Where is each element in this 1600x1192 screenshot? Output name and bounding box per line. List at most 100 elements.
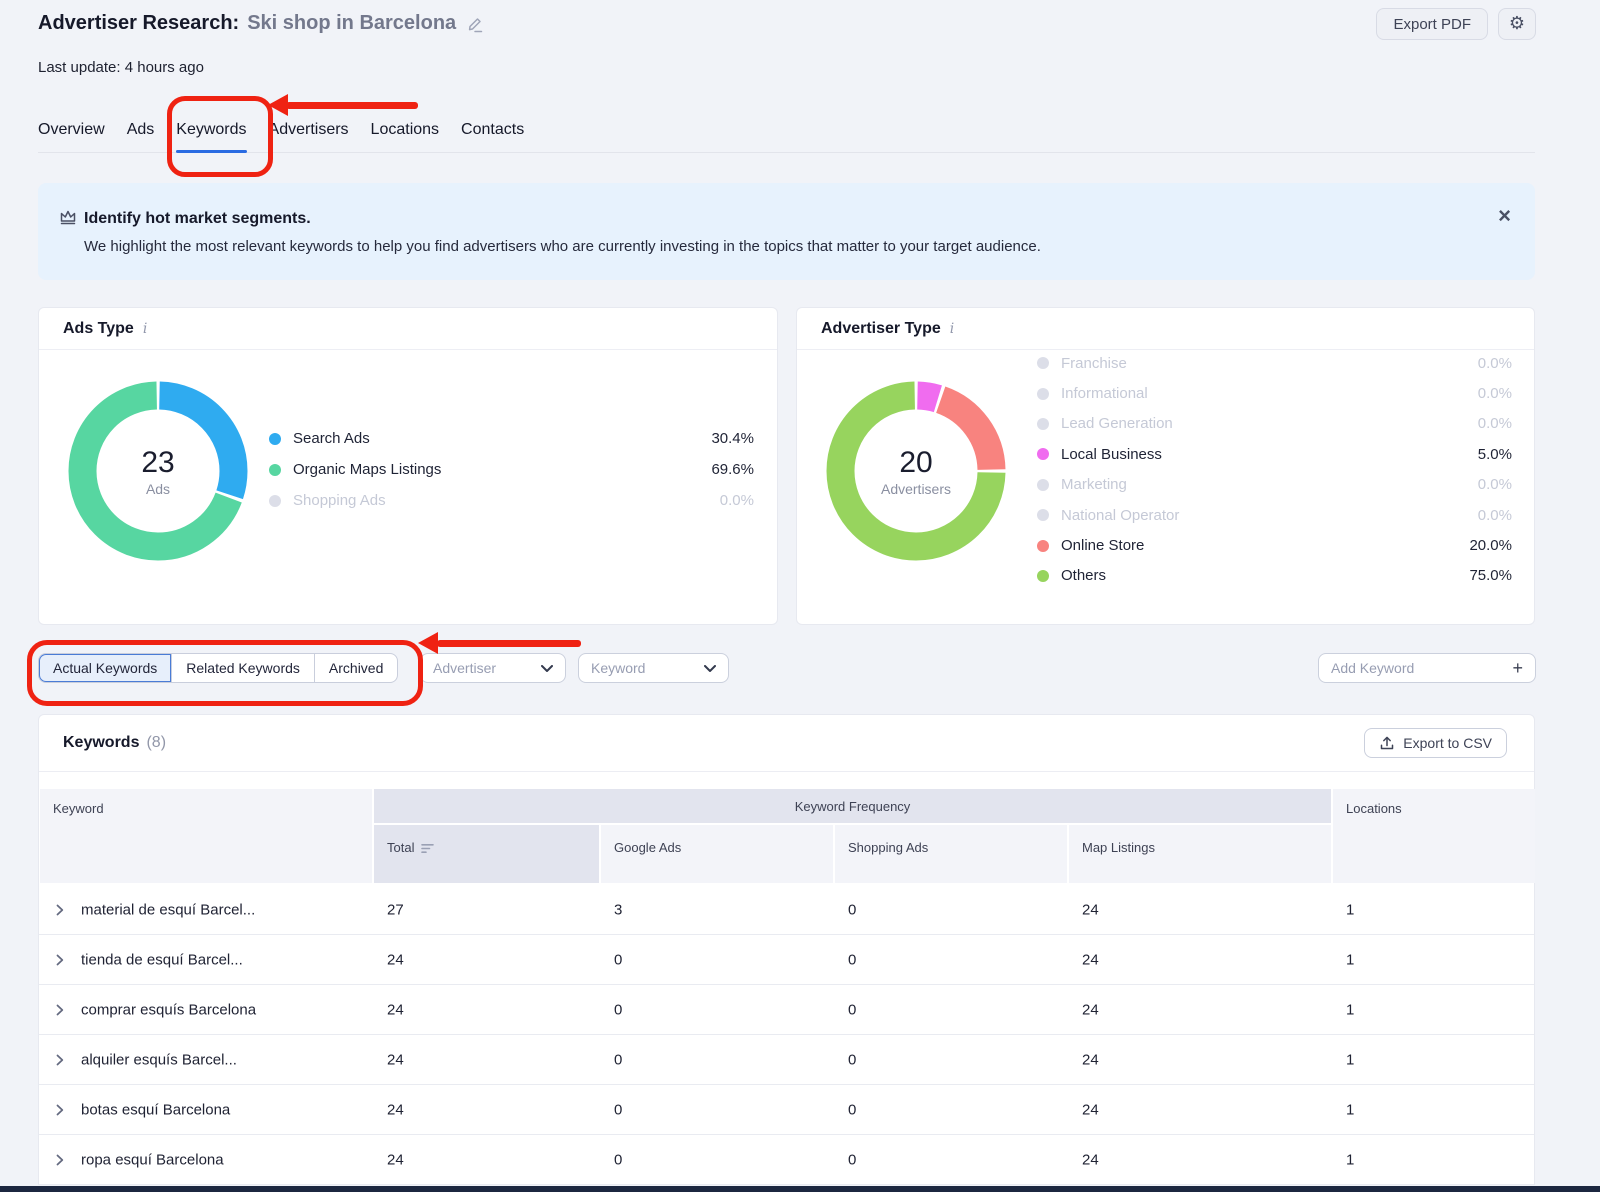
edit-pencil-icon[interactable]	[466, 15, 484, 33]
legend-item-others[interactable]: Others75.0%	[1037, 561, 1512, 591]
column-header-shopping-ads[interactable]: Shopping Ads	[835, 825, 1067, 883]
total-label: Total	[387, 840, 414, 855]
legend-label: Informational	[1061, 385, 1148, 402]
legend-label: Search Ads	[293, 430, 370, 447]
keyword-cell: material de esquí Barcel...	[81, 901, 255, 918]
segment-archived[interactable]: Archived	[314, 654, 397, 682]
legend-item-franchise[interactable]: Franchise0.0%	[1037, 348, 1512, 378]
legend-dot	[269, 495, 281, 507]
column-header-map-listings[interactable]: Map Listings	[1069, 825, 1331, 883]
locations-cell: 1	[1346, 901, 1354, 918]
shopping-ads-cell: 0	[848, 1001, 856, 1018]
google-ads-cell: 0	[614, 1051, 622, 1068]
legend-dot	[1037, 418, 1049, 430]
legend-item-local-business[interactable]: Local Business5.0%	[1037, 439, 1512, 469]
advertiser-dropdown[interactable]: Advertiser	[420, 653, 566, 683]
settings-button[interactable]: ⚙	[1498, 8, 1536, 40]
tab-keywords[interactable]: Keywords	[176, 108, 246, 152]
locations-cell: 1	[1346, 1001, 1354, 1018]
export-pdf-label: Export PDF	[1393, 16, 1471, 33]
export-pdf-button[interactable]: Export PDF	[1376, 8, 1488, 40]
close-icon[interactable]: ×	[1498, 205, 1511, 227]
map-listings-cell: 24	[1082, 1151, 1099, 1168]
legend-label: Others	[1061, 567, 1106, 584]
table-column-headers: Keyword Keyword Frequency Total Google A…	[39, 789, 1534, 883]
info-icon[interactable]: i	[950, 321, 954, 337]
shopping-ads-cell: 0	[848, 1051, 856, 1068]
legend-item-lead-generation[interactable]: Lead Generation0.0%	[1037, 409, 1512, 439]
google-ads-cell: 0	[614, 951, 622, 968]
locations-cell: 1	[1346, 1101, 1354, 1118]
keyword-cell: comprar esquís Barcelona	[81, 1001, 256, 1018]
legend-item-informational[interactable]: Informational 0.0%	[1037, 378, 1512, 408]
total-cell: 24	[387, 1051, 404, 1068]
legend-item-online-store[interactable]: Online Store20.0%	[1037, 530, 1512, 560]
google-ads-cell: 0	[614, 1001, 622, 1018]
legend-item-organic-maps-listings[interactable]: Organic Maps Listings69.6%	[269, 454, 754, 485]
expand-chevron-icon[interactable]	[56, 1154, 64, 1166]
expand-chevron-icon[interactable]	[56, 1054, 64, 1066]
expand-chevron-icon[interactable]	[56, 904, 64, 916]
crown-icon	[58, 208, 78, 231]
tab-advertisers[interactable]: Advertisers	[269, 108, 349, 152]
column-header-total[interactable]: Total	[374, 825, 599, 883]
legend-dot	[269, 464, 281, 476]
tab-overview[interactable]: Overview	[38, 108, 105, 152]
table-row[interactable]: material de esquí Barcel...2730241	[39, 885, 1534, 935]
legend-label: Online Store	[1061, 537, 1144, 554]
map-listings-cell: 24	[1082, 951, 1099, 968]
table-row[interactable]: ropa esquí Barcelona2400241	[39, 1135, 1534, 1185]
legend-label: Marketing	[1061, 476, 1127, 493]
expand-chevron-icon[interactable]	[56, 1004, 64, 1016]
advertiser-type-card: Advertiser Type i 20 Advertisers Franchi…	[796, 307, 1535, 625]
map-listings-cell: 24	[1082, 1001, 1099, 1018]
legend-value: 30.4%	[711, 430, 754, 447]
tab-ads[interactable]: Ads	[127, 108, 155, 152]
table-row[interactable]: alquiler esquís Barcel...2400241	[39, 1035, 1534, 1085]
legend-label: Lead Generation	[1061, 415, 1173, 432]
keyword-cell: ropa esquí Barcelona	[81, 1151, 224, 1168]
keyword-dropdown[interactable]: Keyword	[578, 653, 729, 683]
keywords-title: Keywords	[63, 734, 139, 752]
legend-item-marketing[interactable]: Marketing0.0%	[1037, 470, 1512, 500]
annotation-arrow-segments	[418, 632, 438, 654]
tab-contacts[interactable]: Contacts	[461, 108, 524, 152]
keyword-cell: alquiler esquís Barcel...	[81, 1051, 237, 1068]
keyword-cell: tienda de esquí Barcel...	[81, 951, 243, 968]
keyword-dropdown-placeholder: Keyword	[591, 660, 645, 676]
segment-actual-keywords[interactable]: Actual Keywords	[39, 654, 171, 682]
sort-descending-icon	[421, 842, 434, 857]
legend-dot	[1037, 570, 1049, 582]
window-bottom-edge	[0, 1186, 1600, 1192]
legend-dot	[1037, 357, 1049, 369]
legend-item-shopping-ads[interactable]: Shopping Ads0.0%	[269, 485, 754, 516]
total-cell: 27	[387, 901, 404, 918]
column-header-google-ads[interactable]: Google Ads	[601, 825, 833, 883]
keywords-table-card: Keywords (8) Export to CSV Keyword Keywo…	[38, 714, 1535, 1185]
keywords-table-rows: material de esquí Barcel...2730241tienda…	[39, 885, 1534, 1185]
total-cell: 24	[387, 1001, 404, 1018]
total-cell: 24	[387, 1101, 404, 1118]
segment-related-keywords[interactable]: Related Keywords	[171, 654, 314, 682]
plus-icon[interactable]: +	[1512, 659, 1523, 677]
expand-chevron-icon[interactable]	[56, 954, 64, 966]
advertiser-type-legend: Franchise0.0% Informational 0.0% Lead Gener…	[1037, 348, 1512, 591]
locations-cell: 1	[1346, 951, 1354, 968]
export-csv-button[interactable]: Export to CSV	[1364, 728, 1507, 758]
ads-type-legend: Search Ads 30.4% Organic Maps Listings69.6…	[269, 423, 754, 516]
ads-type-card: Ads Type i 23 Ads Search Ads30.4%Organic…	[38, 307, 778, 625]
legend-value: 0.0%	[1478, 385, 1512, 402]
table-row[interactable]: comprar esquís Barcelona 24 0 0 24 1	[39, 985, 1534, 1035]
tab-locations[interactable]: Locations	[371, 108, 440, 152]
expand-chevron-icon[interactable]	[56, 1104, 64, 1116]
advertiser-type-donut-chart: 20 Advertisers	[826, 381, 1006, 561]
chevron-down-icon	[541, 665, 553, 672]
keyword-type-segments: Actual KeywordsRelated KeywordsArchived	[38, 653, 398, 683]
add-keyword-input[interactable]	[1331, 660, 1512, 676]
legend-dot	[269, 433, 281, 445]
table-row[interactable]: botas esquí Barcelona2400241	[39, 1085, 1534, 1135]
legend-item-national-operator[interactable]: National Operator0.0%	[1037, 500, 1512, 530]
info-icon[interactable]: i	[143, 321, 147, 337]
table-row[interactable]: tienda de esquí Barcel...2400241	[39, 935, 1534, 985]
legend-item-search-ads[interactable]: Search Ads 30.4%	[269, 423, 754, 454]
